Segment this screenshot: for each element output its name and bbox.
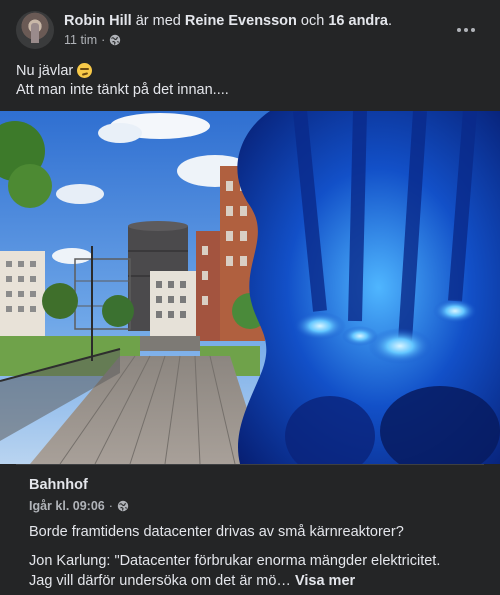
link-card-meta: Igår kl. 09:06 · [29, 499, 129, 513]
with-text: är med [135, 13, 181, 29]
post-time[interactable]: 11 tim [64, 33, 97, 47]
link-card-time[interactable]: Igår kl. 09:06 [29, 499, 105, 513]
link-card-title[interactable]: Borde framtidens datacenter drivas av sm… [29, 524, 404, 540]
link-card-desc-line2: Jag vill därför undersöka om det är mö… [29, 573, 291, 589]
more-options-icon[interactable] [452, 20, 480, 40]
avatar[interactable] [16, 11, 54, 49]
grimacing-emoji-icon [77, 63, 93, 78]
post-meta: 11 tim · [64, 33, 121, 47]
tagged-person[interactable]: Reine Evensson [185, 13, 297, 29]
globe-icon [117, 500, 129, 512]
author-name[interactable]: Robin Hill [64, 13, 132, 29]
link-card-desc-line1: Jon Karlung: "Datacenter förbrukar enorm… [29, 553, 441, 569]
others-link[interactable]: 16 andra [328, 13, 388, 29]
post-text: Nu jävlar Att man inte tänkt på det inna… [16, 62, 229, 100]
and-text: och [300, 13, 325, 29]
link-card-site[interactable]: Bahnhof [29, 477, 88, 493]
link-card-separator: · [108, 499, 113, 513]
period: . [388, 13, 393, 29]
link-preview-photo [0, 111, 500, 464]
link-card-description: Jon Karlung: "Datacenter förbrukar enorm… [29, 551, 484, 591]
link-preview-image[interactable] [0, 111, 500, 464]
post: Robin Hill är med Reine Evensson och 16 … [0, 0, 500, 595]
meta-separator: · [101, 33, 106, 47]
post-text-line1: Nu jävlar [16, 63, 74, 79]
post-header-line: Robin Hill är med Reine Evensson och 16 … [64, 12, 392, 30]
see-more-link[interactable]: Visa mer [295, 573, 355, 589]
post-text-line2: Att man inte tänkt på det innan.... [16, 82, 229, 98]
globe-icon[interactable] [109, 34, 121, 46]
link-card[interactable]: Bahnhof Igår kl. 09:06 · Borde framtiden… [16, 464, 484, 595]
